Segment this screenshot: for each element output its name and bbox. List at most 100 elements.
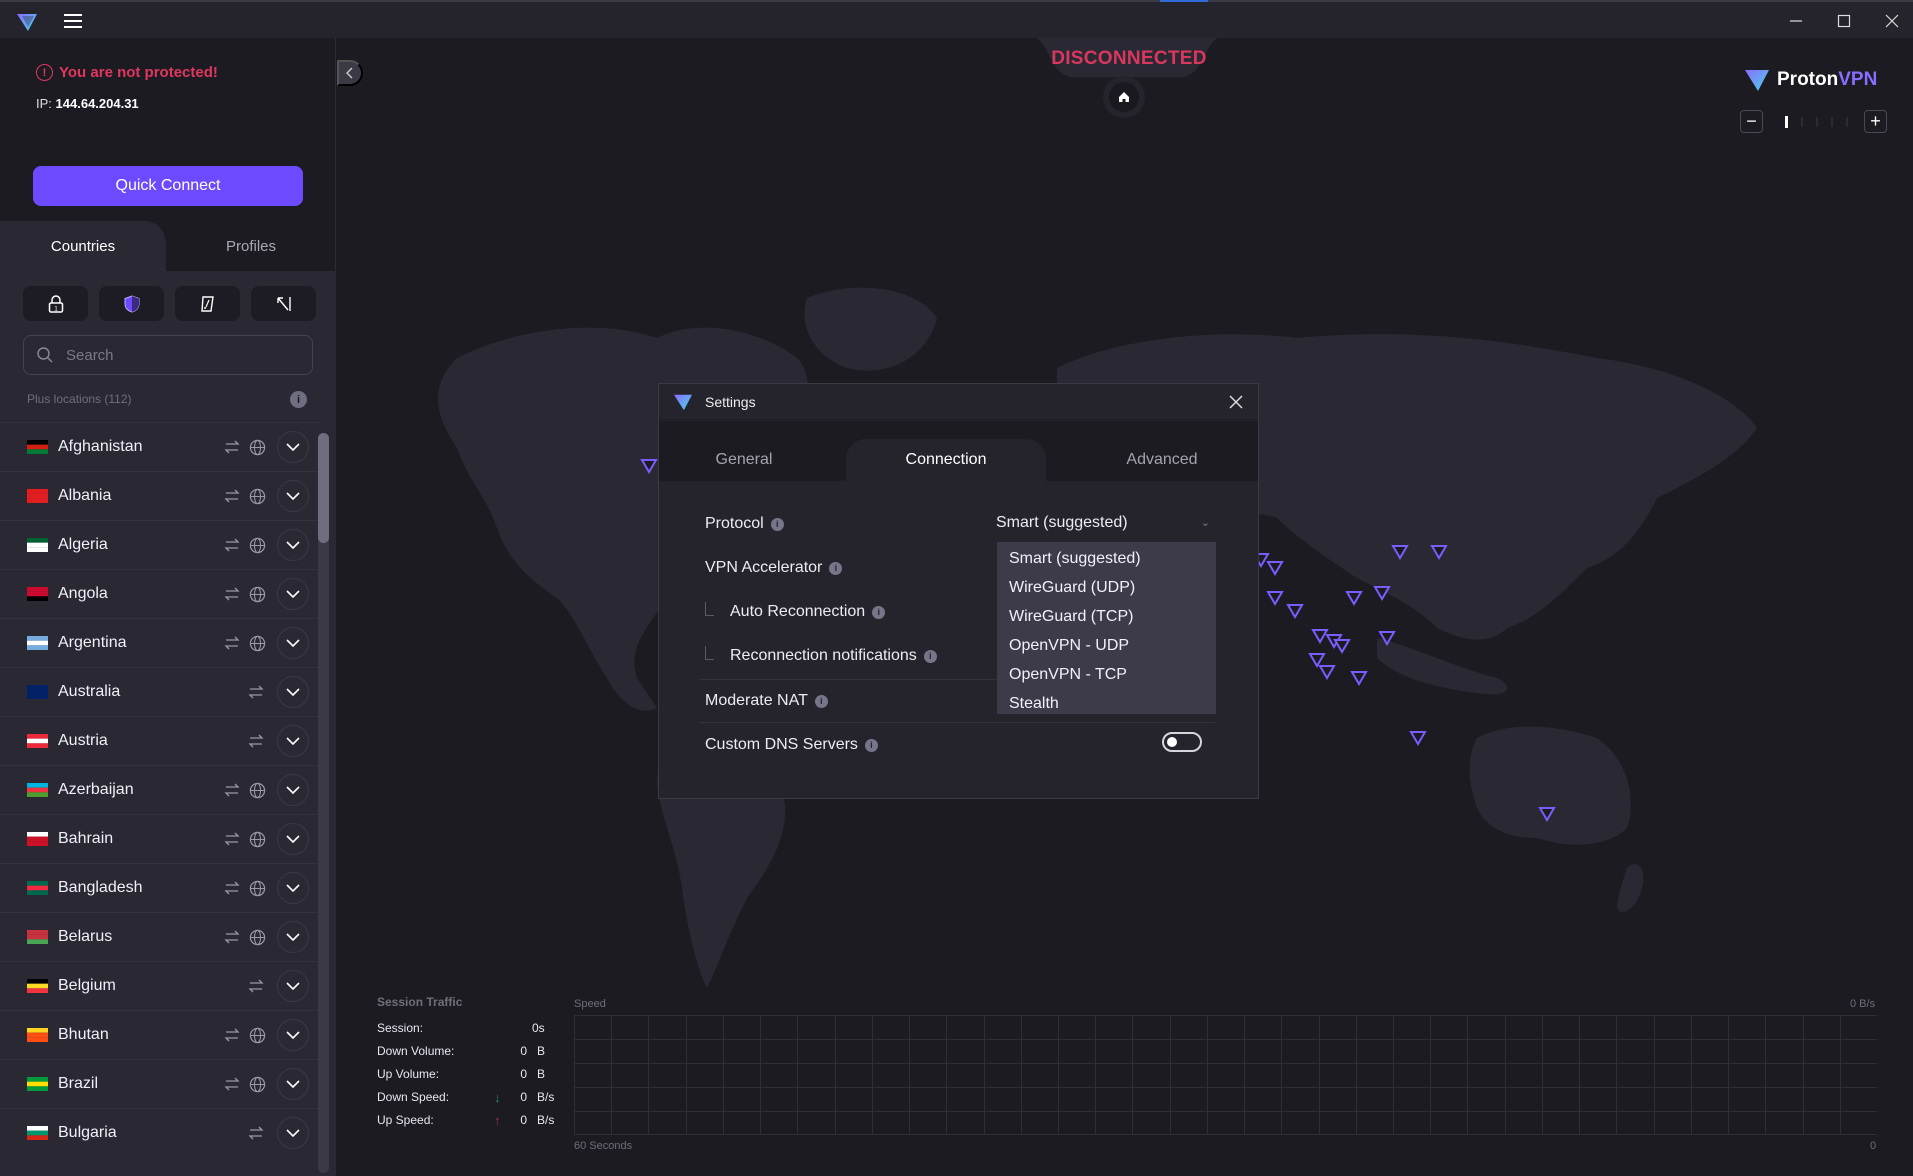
country-row[interactable]: Bahrain (0, 814, 320, 863)
country-row[interactable]: Angola (0, 569, 320, 618)
country-row[interactable]: Azerbaijan (0, 765, 320, 814)
expand-country-button[interactable] (277, 921, 309, 953)
info-icon[interactable]: i (872, 605, 886, 619)
reconnection-notifications-label: Reconnection notifications (730, 647, 917, 664)
scrollbar-thumb[interactable] (318, 433, 329, 543)
server-marker-icon[interactable] (1266, 561, 1284, 576)
custom-dns-toggle[interactable] (1162, 732, 1202, 752)
chevron-down-icon (286, 1129, 300, 1137)
tab-profiles[interactable]: Profiles (166, 221, 336, 271)
expand-country-button[interactable] (277, 480, 309, 512)
server-marker-icon[interactable] (1318, 665, 1336, 680)
protocol-option[interactable]: OpenVPN - UDP (997, 631, 1216, 660)
filter-secure-core-button[interactable]: 1 (23, 286, 88, 321)
search-box[interactable] (23, 335, 313, 375)
tab-countries[interactable]: Countries (0, 221, 166, 271)
country-row[interactable]: Brazil (0, 1059, 320, 1108)
expand-country-button[interactable] (277, 823, 309, 855)
scrollbar-track[interactable] (318, 433, 329, 1173)
zoom-out-button[interactable]: − (1740, 110, 1763, 133)
map-new-zealand (1617, 864, 1644, 912)
server-marker-icon[interactable] (1345, 591, 1363, 606)
server-marker-icon[interactable] (1308, 653, 1326, 668)
country-row[interactable]: Belgium (0, 961, 320, 1010)
globe-icon (249, 880, 266, 896)
expand-country-button[interactable] (277, 1019, 309, 1051)
protocol-select[interactable]: Smart (suggested) ⌄ (996, 510, 1216, 536)
expand-country-button[interactable] (277, 676, 309, 708)
country-row[interactable]: Algeria (0, 520, 320, 569)
quick-connect-button[interactable]: Quick Connect (33, 166, 303, 206)
maximize-button[interactable] (1826, 8, 1862, 34)
expand-country-button[interactable] (277, 431, 309, 463)
hamburger-menu-icon[interactable] (64, 14, 82, 28)
dialog-titlebar: Settings (659, 384, 1258, 420)
info-icon[interactable]: i (923, 649, 937, 663)
traffic-row: Down Speed: ↓ 0 B/s (377, 1090, 577, 1113)
info-icon[interactable]: i (864, 738, 878, 752)
expand-country-button[interactable] (277, 578, 309, 610)
country-name: Australia (58, 683, 121, 700)
session-traffic-title: Session Traffic (377, 995, 463, 1009)
country-row[interactable]: Bangladesh (0, 863, 320, 912)
protocol-option[interactable]: WireGuard (TCP) (997, 602, 1216, 631)
expand-country-button[interactable] (277, 627, 309, 659)
search-input[interactable] (66, 346, 286, 364)
p2p-icon (224, 489, 240, 503)
traffic-row: Down Volume: 0 B (377, 1044, 577, 1067)
minimize-button[interactable] (1778, 8, 1814, 34)
info-icon[interactable]: i (829, 561, 843, 575)
expand-country-button[interactable] (277, 529, 309, 561)
country-row[interactable]: Australia (0, 667, 320, 716)
expand-country-button[interactable] (277, 970, 309, 1002)
filter-p2p-button[interactable] (175, 286, 240, 321)
p2p-icon (224, 832, 240, 846)
info-icon[interactable]: i (290, 391, 307, 408)
settings-dialog: Settings General Connection Advanced Pro… (658, 383, 1259, 799)
toggle-knob (1167, 737, 1177, 747)
filter-netshield-button[interactable] (99, 286, 164, 321)
zoom-slider-knob[interactable] (1785, 115, 1788, 128)
country-row[interactable]: Argentina (0, 618, 320, 667)
home-button[interactable] (1103, 76, 1145, 118)
collapse-sidebar-button[interactable] (337, 60, 363, 86)
close-window-button[interactable] (1874, 8, 1910, 34)
server-marker-icon[interactable] (1266, 591, 1284, 606)
info-icon[interactable]: i (814, 694, 828, 708)
country-row[interactable]: Austria (0, 716, 320, 765)
country-row[interactable]: Bhutan (0, 1010, 320, 1059)
close-icon (1885, 14, 1899, 28)
country-row[interactable]: Albania (0, 471, 320, 520)
zoom-slider[interactable] (1771, 115, 1856, 129)
country-row[interactable]: Bulgaria (0, 1108, 320, 1157)
server-marker-icon[interactable] (1286, 604, 1304, 619)
tab-advanced[interactable]: Advanced (1087, 439, 1237, 481)
server-marker-icon[interactable] (1350, 671, 1368, 686)
server-marker-icon[interactable] (1409, 731, 1427, 746)
protocol-option[interactable]: WireGuard (UDP) (997, 573, 1216, 602)
expand-country-button[interactable] (277, 1117, 309, 1149)
server-marker-icon[interactable] (1333, 639, 1351, 654)
chevron-down-icon (286, 933, 300, 941)
zoom-in-button[interactable]: + (1864, 110, 1887, 133)
close-dialog-icon[interactable] (1226, 392, 1246, 412)
expand-country-button[interactable] (277, 872, 309, 904)
protocol-option[interactable]: Smart (suggested) (997, 544, 1216, 573)
country-row[interactable]: Afghanistan (0, 422, 320, 471)
expand-country-button[interactable] (277, 774, 309, 806)
expand-country-button[interactable] (277, 725, 309, 757)
protocol-option[interactable]: Stealth (997, 689, 1216, 718)
traffic-value: 0 (520, 1113, 527, 1127)
country-row[interactable]: Belarus (0, 912, 320, 961)
protocol-option[interactable]: OpenVPN - TCP (997, 660, 1216, 689)
filter-tor-button[interactable] (251, 286, 316, 321)
down-arrow-icon: ↓ (494, 1090, 501, 1105)
server-marker-icon[interactable] (1311, 629, 1329, 644)
info-icon[interactable]: i (770, 517, 784, 531)
tab-connection[interactable]: Connection (846, 439, 1046, 481)
expand-country-button[interactable] (277, 1068, 309, 1100)
p2p-icon (224, 636, 240, 650)
traffic-row: Up Volume: 0 B (377, 1067, 577, 1090)
traffic-unit: B (537, 1044, 546, 1058)
tab-general[interactable]: General (689, 439, 799, 481)
